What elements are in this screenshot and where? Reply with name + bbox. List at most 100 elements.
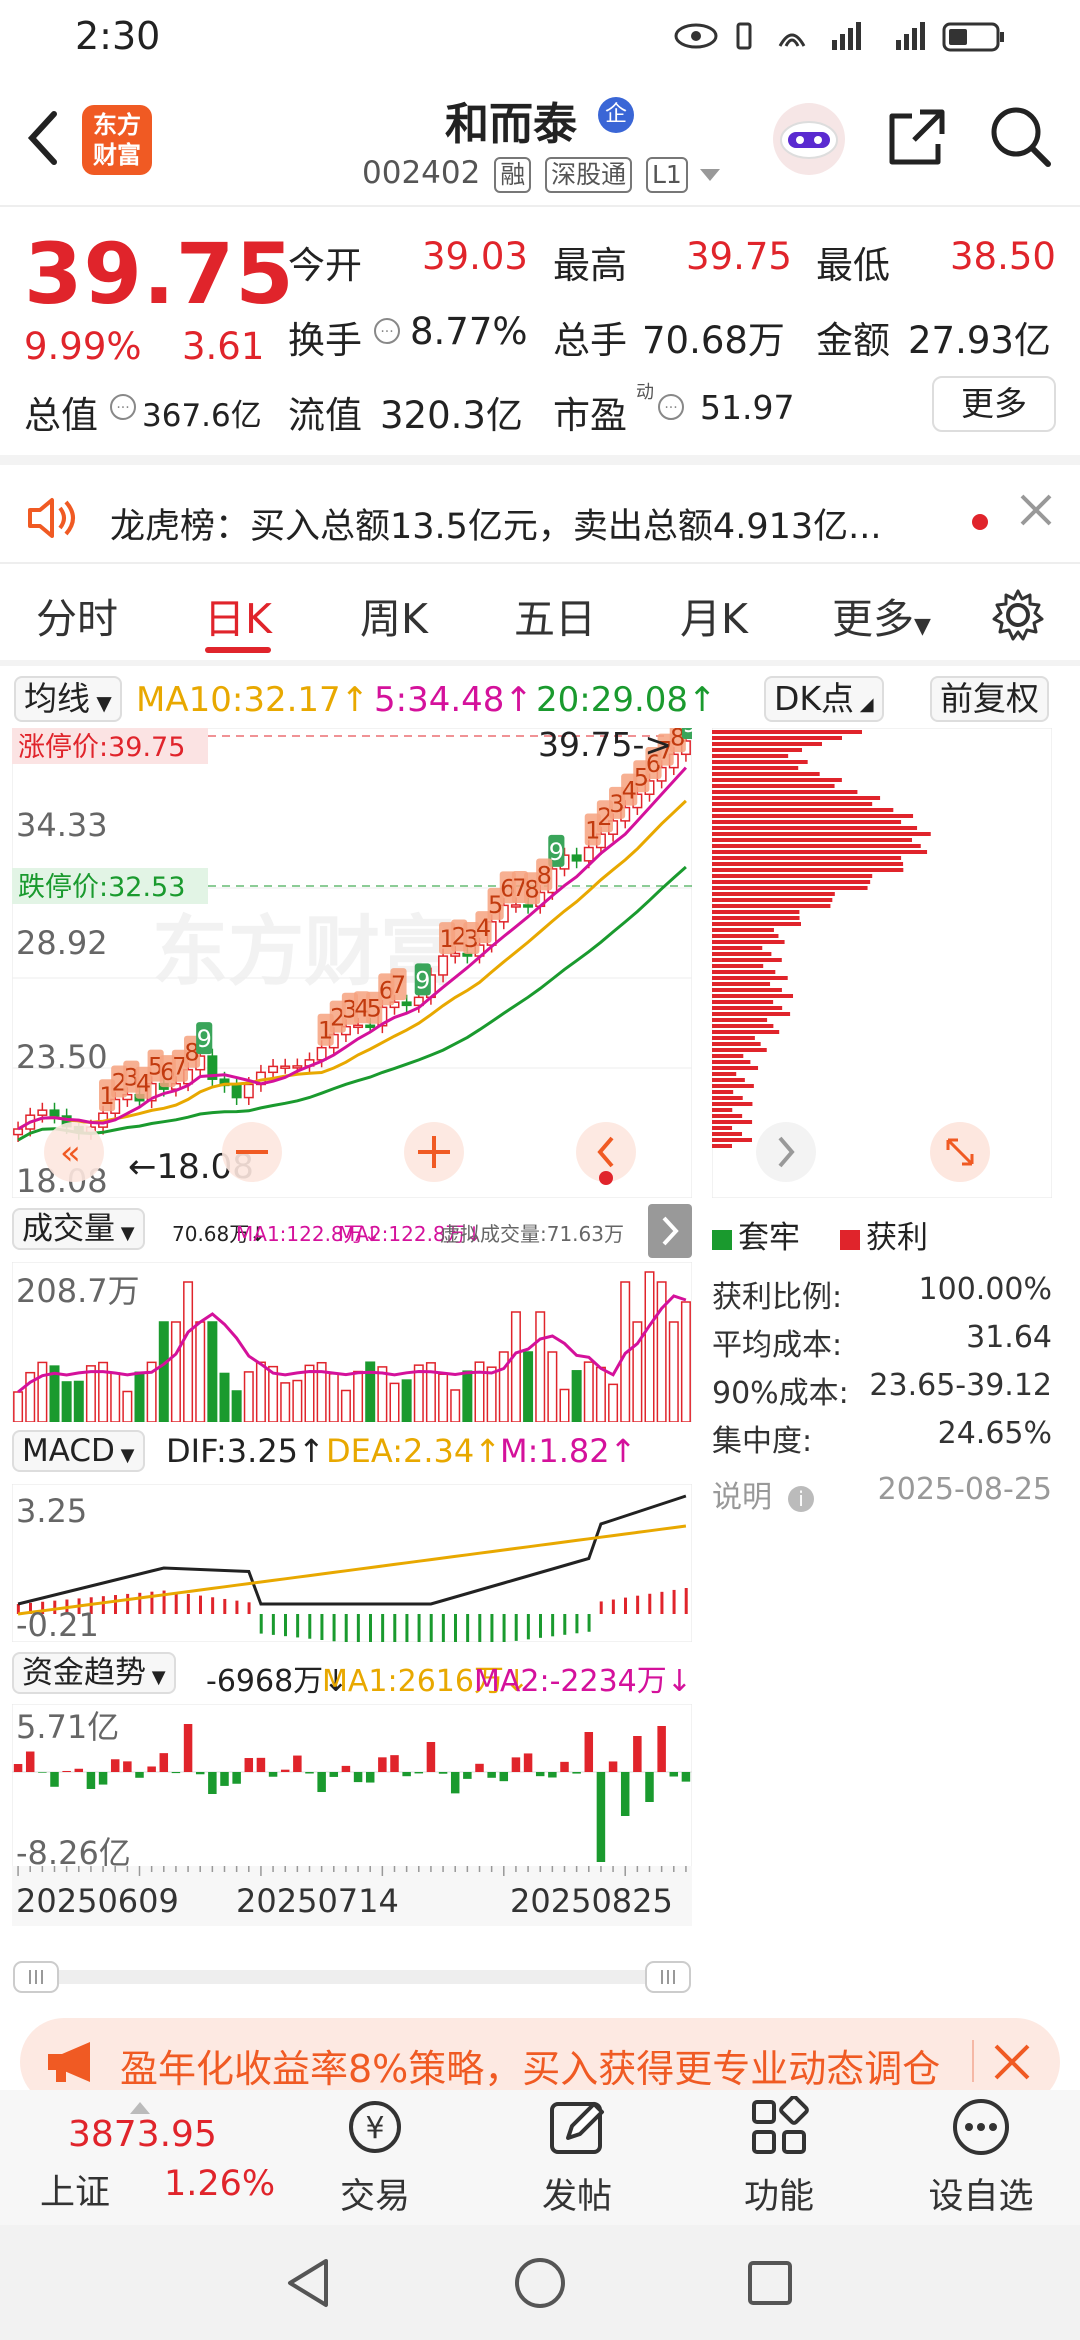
chip-bar [712, 898, 833, 902]
active-tab-indicator [205, 647, 271, 653]
dk-point-button[interactable]: DK点 ◢ [764, 676, 884, 722]
tab-intraday[interactable]: 分时 [36, 585, 118, 645]
info-icon[interactable]: ··· [656, 392, 686, 422]
fund-bar [38, 1772, 47, 1773]
macd-bar [186, 1593, 190, 1614]
candle-body [231, 1084, 242, 1099]
chip-bar [712, 946, 763, 950]
limit-down-label: 跌停价:32.53 [18, 872, 185, 903]
index-change: 1.26% [164, 2164, 276, 2204]
macd-bar [684, 1588, 688, 1614]
nav-label: 功能 [743, 2177, 814, 2217]
pe-superscript: 动 [636, 382, 654, 403]
fund-bar [365, 1772, 375, 1783]
x-date-label: 20250609 [16, 1882, 179, 1920]
macd-selector[interactable]: MACD ▼ [12, 1430, 145, 1472]
tab-daily-k[interactable]: 日K [204, 585, 272, 645]
candle-body [13, 1128, 24, 1136]
tab-five-day[interactable]: 五日 [514, 585, 596, 645]
macd-chart[interactable]: 3.25 -0.21 [12, 1484, 692, 1642]
fund-selector[interactable]: 资金趋势 ▼ [12, 1652, 176, 1694]
adjust-button[interactable]: 前复权 [930, 676, 1049, 722]
nav-add-watchlist[interactable]: 设自选 [906, 2096, 1056, 2226]
volume-chart[interactable]: 208.7万 [12, 1262, 692, 1422]
chip-bar [712, 1048, 767, 1052]
range-slider[interactable] [12, 1958, 692, 1996]
low-value: 38.50 [950, 235, 1056, 278]
nav-functions[interactable]: 功能 [704, 2096, 854, 2226]
dropdown-icon[interactable] [698, 165, 722, 185]
fund-bar [208, 1772, 217, 1794]
home-circle-icon[interactable] [512, 2255, 568, 2311]
close-icon[interactable] [1018, 492, 1054, 528]
chip-bar [712, 1054, 744, 1058]
cyq-next-button[interactable] [756, 1122, 816, 1182]
tab-weekly-k[interactable]: 周K [360, 585, 428, 645]
macd-bar [441, 1614, 445, 1642]
candle-body [49, 1109, 60, 1117]
robot-avatar-icon[interactable] [770, 100, 848, 178]
share-icon[interactable] [884, 104, 950, 170]
td-mark-label: 7 [391, 971, 406, 999]
tab-more[interactable]: 更多▼ [832, 585, 931, 645]
chip-bar [712, 1024, 774, 1028]
chip-bar [712, 814, 914, 818]
volume-bar [37, 1361, 48, 1422]
macd-bar [247, 1602, 251, 1614]
panel-toggle-button[interactable] [648, 1204, 692, 1258]
chip-bar [712, 778, 842, 782]
candle-body [401, 1001, 412, 1007]
chip-bar [712, 1126, 733, 1130]
volume-bar [110, 1372, 121, 1422]
info-icon[interactable]: ··· [372, 316, 402, 346]
ma-selector[interactable]: 均线 ▼ [14, 676, 122, 722]
candle-body [353, 1024, 364, 1029]
tab-monthly-k[interactable]: 月K [680, 585, 748, 645]
notice-bar[interactable]: 龙虎榜：买入总额13.5亿元，卖出总额4.913亿... [0, 462, 1080, 562]
change-percent: 9.99% [24, 325, 142, 368]
macd-bar [526, 1614, 530, 1640]
fund-bar [438, 1772, 448, 1774]
fund-bar [232, 1772, 241, 1784]
header-divider [0, 205, 1080, 207]
fund-bar [378, 1757, 387, 1772]
volume-selector[interactable]: 成交量 ▼ [12, 1208, 145, 1250]
macd-bar [369, 1614, 372, 1642]
recents-square-icon[interactable] [742, 2255, 798, 2311]
volume-bar [231, 1390, 242, 1422]
chip-bar [712, 742, 822, 746]
index-value: 3873.95 [68, 2114, 217, 2155]
more-icon [953, 2099, 1009, 2155]
chip-distribution-chart[interactable] [712, 728, 1052, 1198]
tab-more-label: 更多 [832, 595, 914, 643]
volume-bar [389, 1382, 400, 1422]
macd-selector-arrow: ▼ [114, 1445, 135, 1466]
more-button[interactable]: 更多 [932, 376, 1056, 432]
kline-chart[interactable]: 东方财富 123456789 1234567 9123456789123485678… [12, 728, 692, 1198]
macd-bar [466, 1614, 470, 1642]
back-icon[interactable] [22, 108, 62, 168]
gear-icon[interactable] [990, 587, 1046, 643]
svg-text:···: ··· [380, 324, 393, 340]
fund-bar [426, 1742, 436, 1772]
fund-bar [608, 1761, 618, 1772]
fund-bar [487, 1772, 496, 1778]
back-triangle-icon[interactable] [280, 2255, 336, 2311]
fund-bottom-label: -8.26亿 [16, 1834, 131, 1870]
volume-bar [292, 1379, 303, 1422]
macd-top-label: 3.25 [16, 1492, 87, 1530]
nav-post[interactable]: 发帖 [502, 2096, 652, 2226]
fund-bar [657, 1726, 666, 1772]
megaphone-icon [48, 2042, 90, 2082]
index-ticker[interactable]: 3873.95 上证 1.26% [40, 2102, 280, 2222]
fund-ma2: MA2:-2234万↓ [474, 1664, 692, 1699]
banner-close-icon[interactable] [992, 2042, 1032, 2082]
fund-trend-chart[interactable]: 5.71亿 -8.26亿 [12, 1704, 692, 1870]
search-icon[interactable] [988, 104, 1054, 170]
volume-bar [680, 1301, 691, 1422]
info-icon[interactable]: ··· [108, 392, 138, 422]
cyq-note-row[interactable]: 说明 i 2025-08-25 [712, 1472, 1052, 1516]
open-value: 39.03 [422, 235, 528, 278]
nav-trade[interactable]: ¥ 交易 [300, 2096, 450, 2226]
volume-bar [158, 1321, 169, 1422]
